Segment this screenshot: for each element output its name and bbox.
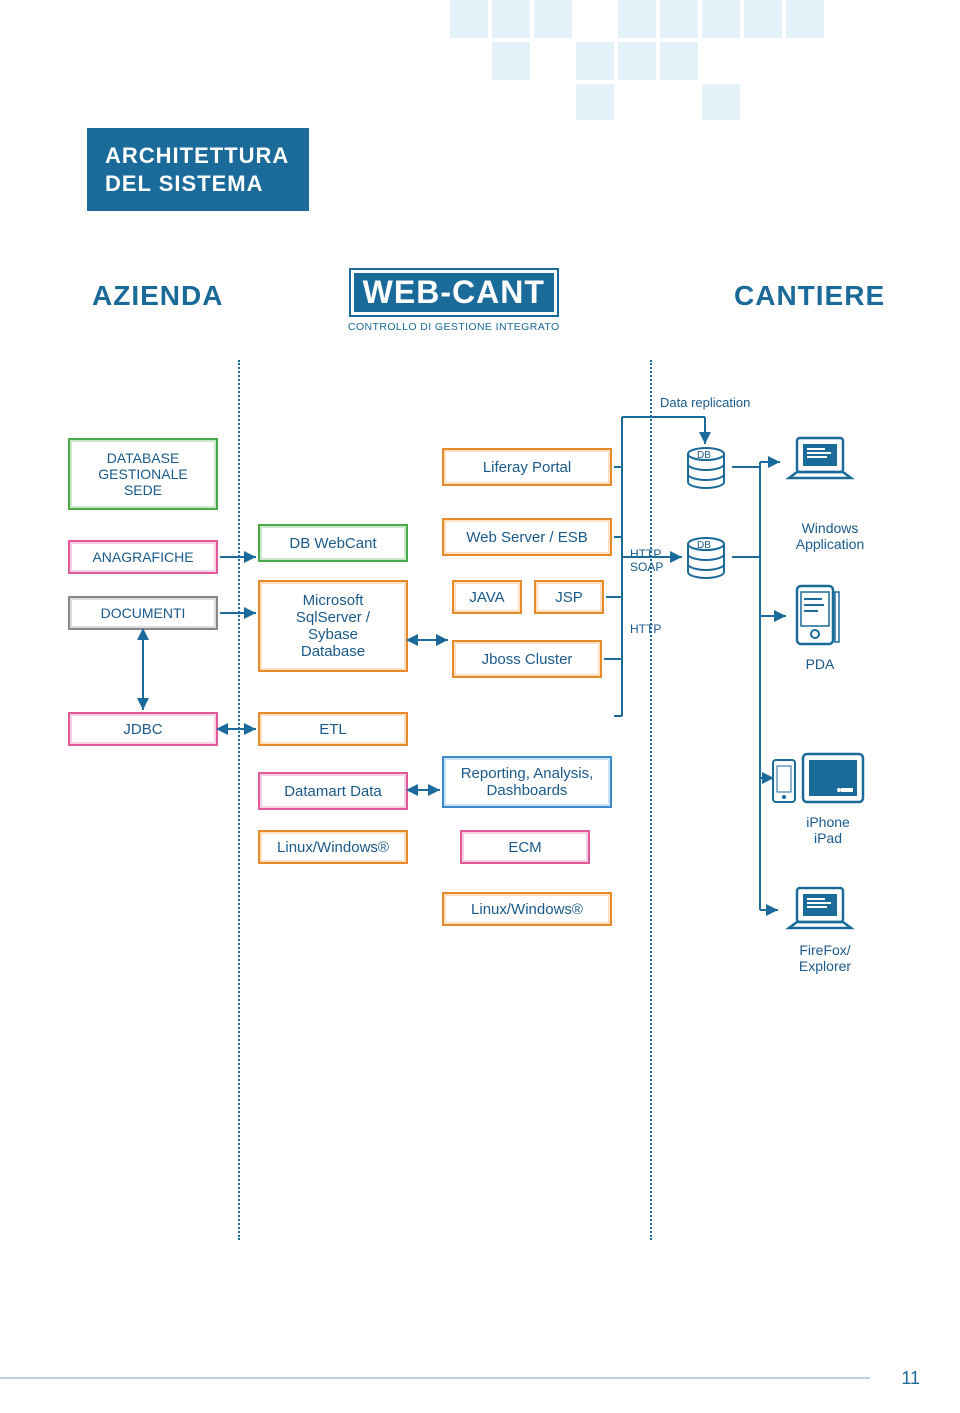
connector-lines [0, 0, 960, 1413]
page-number: 11 [901, 1368, 920, 1389]
footer-line [0, 1377, 870, 1379]
